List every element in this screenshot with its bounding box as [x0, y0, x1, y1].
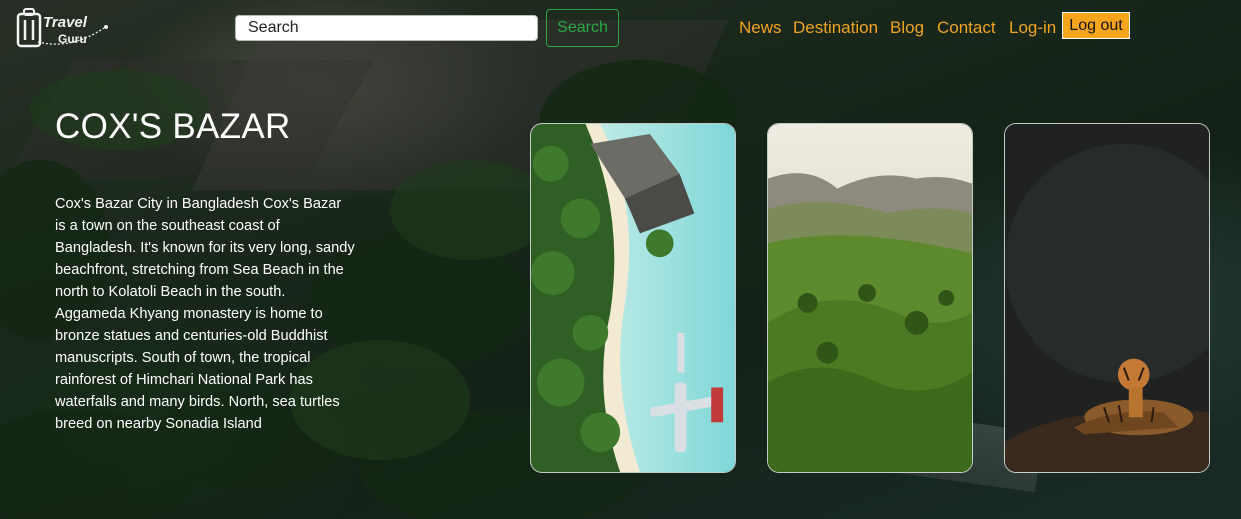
nav-link-login[interactable]: Log-in [1009, 18, 1056, 38]
destination-card-tiger[interactable] [1004, 123, 1210, 473]
beach-aerial-image [531, 124, 735, 472]
tea-hills-image [768, 124, 972, 472]
search-input[interactable] [235, 15, 538, 41]
nav-link-destination[interactable]: Destination [793, 18, 878, 38]
logo-text-guru: Guru [58, 32, 87, 46]
nav-link-contact[interactable]: Contact [937, 18, 996, 38]
travel-guru-logo[interactable]: Travel Guru [16, 6, 110, 50]
nav-link-news[interactable]: News [739, 18, 782, 38]
logo-text-travel: Travel [43, 14, 88, 31]
destination-title: COX'S BAZAR [55, 107, 291, 146]
destination-card-hills[interactable] [767, 123, 973, 473]
destination-description: Cox's Bazar City in Bangladesh Cox's Baz… [55, 196, 355, 432]
search-button[interactable]: Search [546, 9, 619, 47]
tiger-image [1005, 124, 1209, 472]
nav-link-blog[interactable]: Blog [890, 18, 924, 38]
destination-card-beach[interactable] [530, 123, 736, 473]
logout-button[interactable]: Log out [1062, 12, 1130, 39]
